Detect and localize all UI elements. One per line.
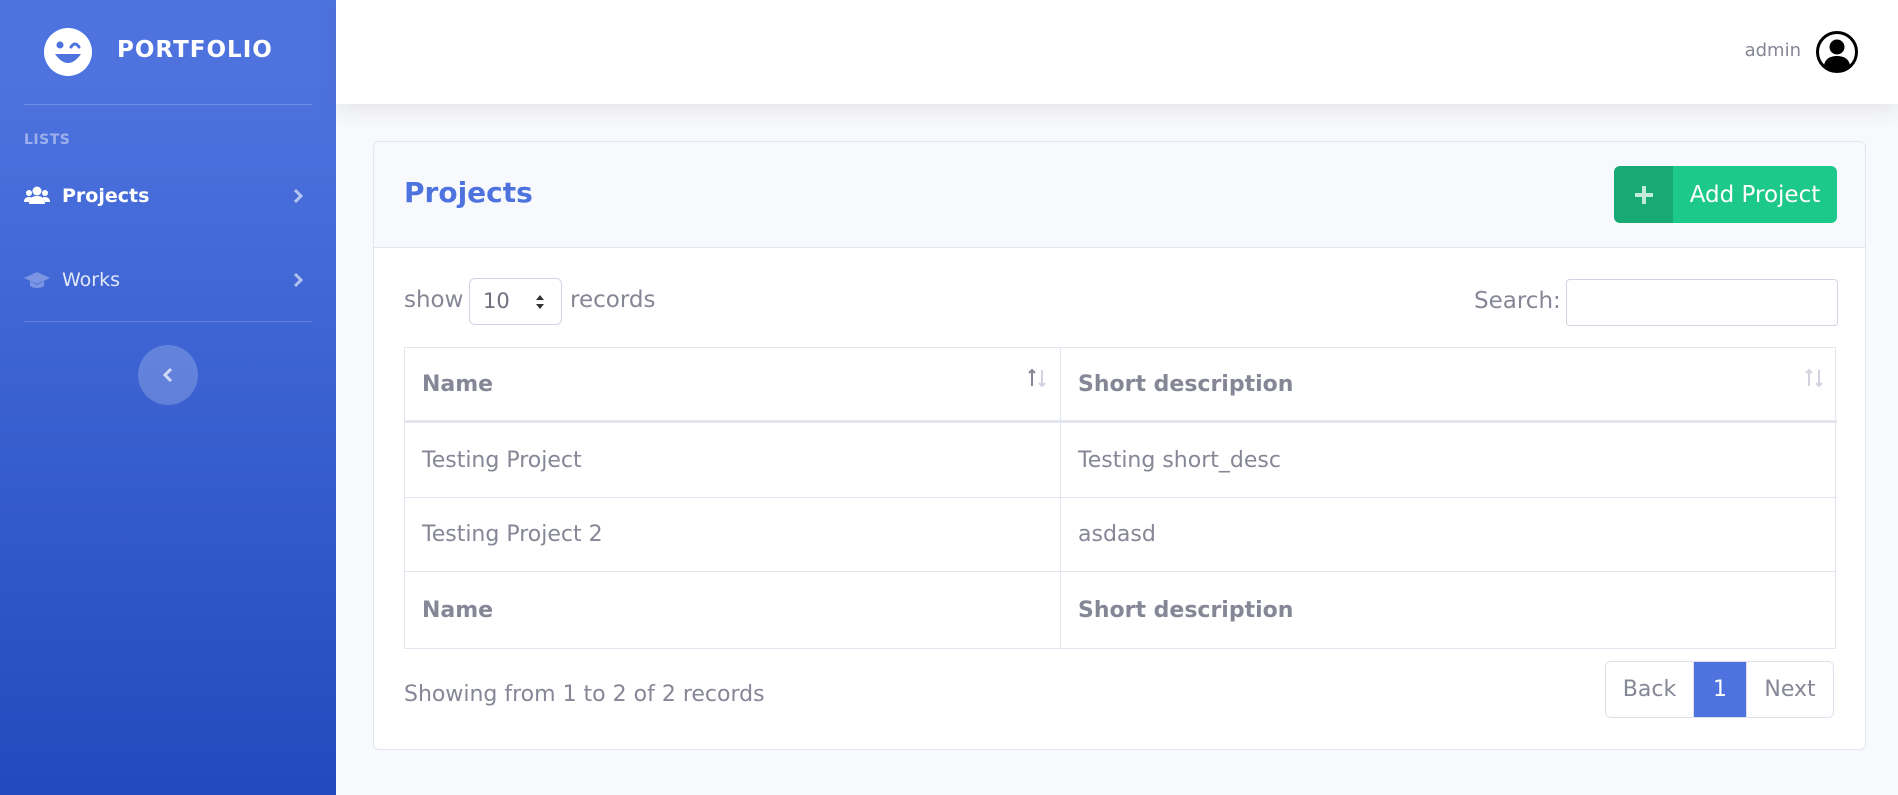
pagination-back-button[interactable]: Back bbox=[1606, 662, 1694, 717]
search-label: Search: bbox=[1474, 288, 1561, 314]
length-suffix: records bbox=[570, 287, 656, 313]
pagination: Back 1 Next bbox=[1605, 661, 1834, 718]
sidebar-item-works[interactable]: Works bbox=[0, 250, 336, 310]
footer-cell: Name bbox=[405, 572, 1061, 648]
pagination-next-button[interactable]: Next bbox=[1746, 662, 1833, 717]
sort-arrows-icon bbox=[536, 295, 544, 309]
graduation-cap-icon bbox=[24, 272, 50, 288]
card-header: Projects Add Project bbox=[374, 142, 1865, 248]
sidebar-item-projects[interactable]: Projects bbox=[0, 166, 336, 226]
pagination-page-button[interactable]: 1 bbox=[1694, 662, 1746, 717]
records-per-page-value: 10 bbox=[483, 289, 510, 313]
plus-icon bbox=[1614, 166, 1673, 223]
sort-icon bbox=[1805, 368, 1823, 388]
sidebar: PORTFOLIO LISTS Projects Works bbox=[0, 0, 336, 795]
laugh-wink-icon bbox=[44, 28, 92, 76]
records-per-page-select[interactable]: 10 bbox=[469, 278, 562, 325]
projects-card: Projects Add Project show 10 records Sea… bbox=[373, 141, 1866, 750]
table-info: Showing from 1 to 2 of 2 records bbox=[404, 682, 765, 707]
table-header-row: Name Short description bbox=[405, 348, 1837, 423]
users-icon bbox=[24, 186, 50, 204]
sidebar-item-label: Works bbox=[62, 269, 121, 291]
brand-name: PORTFOLIO bbox=[117, 37, 273, 63]
add-project-label: Add Project bbox=[1689, 181, 1821, 208]
sort-icon bbox=[1028, 368, 1046, 388]
table-row[interactable]: Testing Project 2 asdasd bbox=[405, 498, 1837, 572]
add-project-button[interactable]: Add Project bbox=[1614, 166, 1837, 223]
sidebar-toggle-button[interactable] bbox=[138, 345, 198, 405]
sidebar-brand[interactable]: PORTFOLIO bbox=[0, 0, 336, 104]
sidebar-item-label: Projects bbox=[62, 185, 150, 207]
sidebar-divider bbox=[24, 321, 312, 322]
chevron-right-icon bbox=[293, 188, 304, 204]
column-header-label: Short description bbox=[1078, 371, 1294, 397]
table-cell: Testing short_desc bbox=[1078, 447, 1281, 473]
length-prefix: show bbox=[404, 287, 464, 313]
sidebar-heading: LISTS bbox=[24, 132, 71, 148]
search-input[interactable] bbox=[1566, 279, 1838, 326]
topbar: admin bbox=[336, 0, 1898, 104]
table-cell: Testing Project 2 bbox=[405, 498, 1061, 571]
projects-table: Name Short description Testing Project T… bbox=[404, 347, 1837, 649]
user-name[interactable]: admin bbox=[1745, 40, 1801, 61]
user-circle-icon[interactable] bbox=[1816, 31, 1858, 73]
chevron-left-icon bbox=[162, 367, 173, 383]
footer-cell: Short description bbox=[1078, 597, 1294, 623]
table-cell: Testing Project bbox=[405, 423, 1061, 497]
column-header-short-description[interactable]: Short description bbox=[1061, 348, 1837, 420]
table-row[interactable]: Testing Project Testing short_desc bbox=[405, 423, 1837, 498]
sidebar-divider bbox=[24, 104, 312, 105]
column-header-name[interactable]: Name bbox=[405, 348, 1061, 420]
page-title: Projects bbox=[404, 176, 533, 209]
chevron-right-icon bbox=[293, 272, 304, 288]
column-header-label: Name bbox=[422, 371, 494, 397]
table-cell: asdasd bbox=[1078, 522, 1156, 547]
table-footer-row: Name Short description bbox=[405, 572, 1837, 648]
